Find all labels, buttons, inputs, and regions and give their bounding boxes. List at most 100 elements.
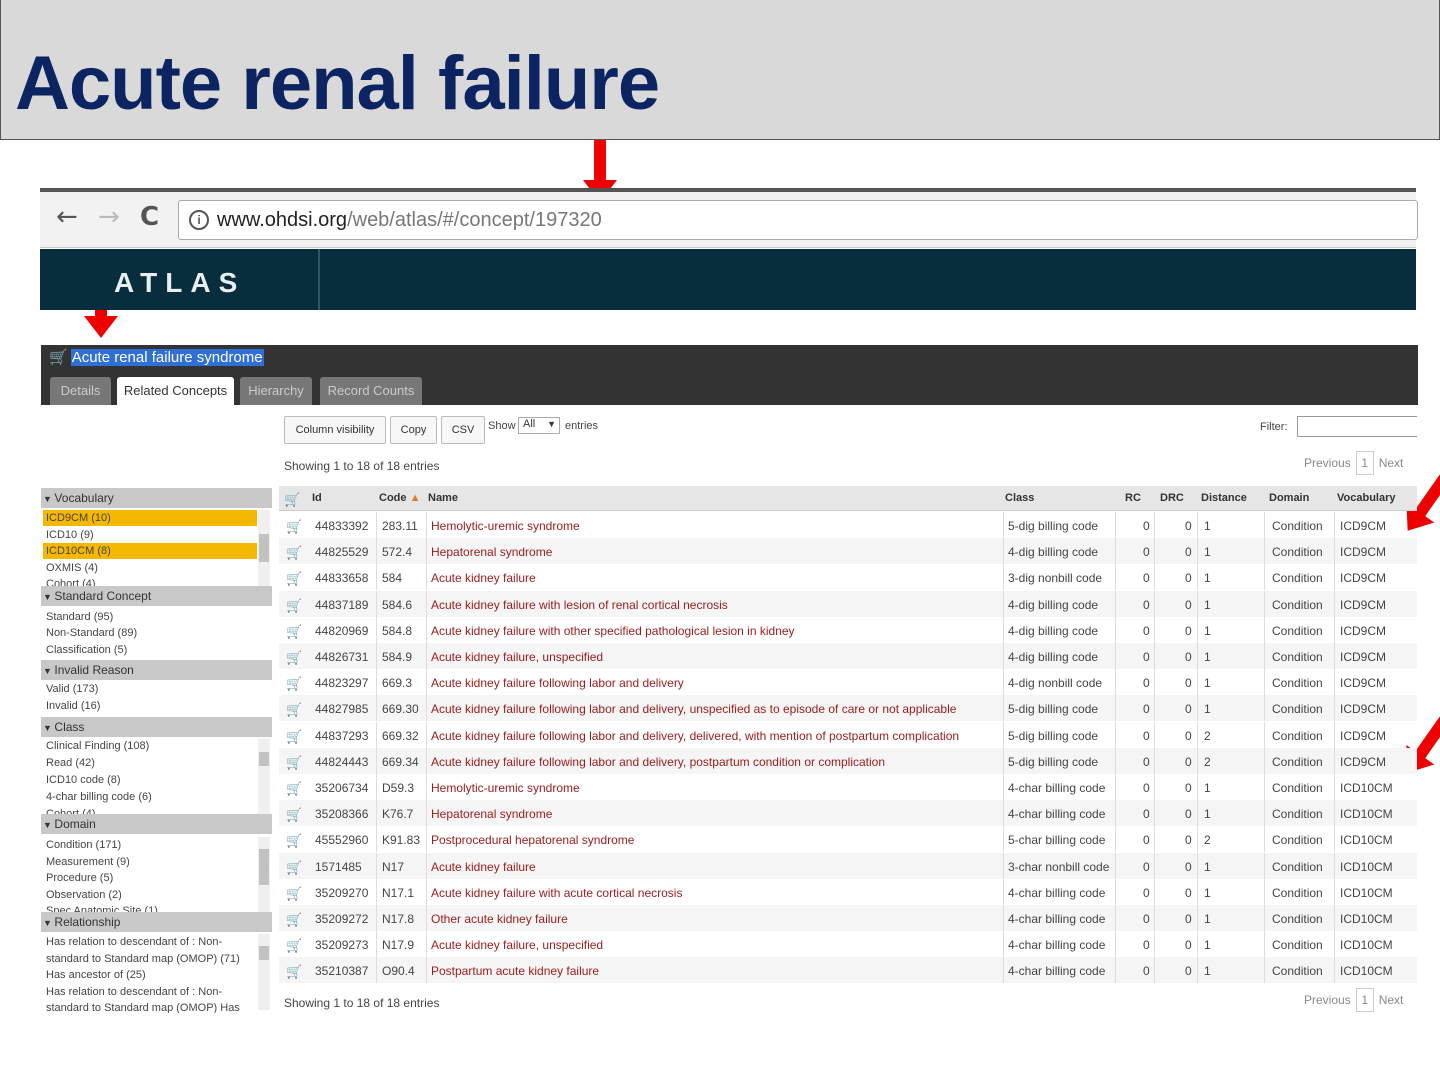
facet-header[interactable]: ▼ Standard Concept <box>41 586 272 606</box>
table-row[interactable]: 🛒 35208366 K76.7 Hepatorenal syndrome 4-char… <box>279 800 1417 827</box>
tab-record-counts[interactable]: Record Counts <box>320 377 422 405</box>
col-name[interactable]: Name <box>428 492 458 504</box>
add-to-cart-icon[interactable]: 🛒 <box>286 702 302 718</box>
filter-input[interactable] <box>1297 416 1417 437</box>
cell-name[interactable]: Other acute kidney failure <box>431 912 568 926</box>
cell-name[interactable]: Hepatorenal syndrome <box>431 807 552 821</box>
cell-name[interactable]: Acute kidney failure following labor and… <box>431 755 885 769</box>
cell-name[interactable]: Acute kidney failure with lesion of rena… <box>431 598 728 612</box>
facet-header[interactable]: ▼ Domain <box>41 814 272 834</box>
col-vocabulary[interactable]: Vocabulary <box>1337 492 1396 504</box>
cell-name[interactable]: Postprocedural hepatorenal syndrome <box>431 833 634 847</box>
facet-item[interactable]: Has relation to descendant of : Non- <box>43 934 222 950</box>
add-to-cart-icon[interactable]: 🛒 <box>286 676 302 692</box>
facet-header[interactable]: ▼ Class <box>41 717 272 737</box>
facet-item[interactable]: Procedure (5) <box>43 870 113 886</box>
table-row[interactable]: 🛒 45552960 K91.83 Postprocedural hepatorena… <box>279 826 1417 853</box>
facet-item[interactable]: Classification (5) <box>43 642 127 658</box>
cell-name[interactable]: Acute kidney failure with other specifie… <box>431 624 795 638</box>
table-row[interactable]: 🛒 44837293 669.32 Acute kidney failure foll… <box>279 721 1417 748</box>
previous-link[interactable]: Previous <box>1304 456 1351 470</box>
table-row[interactable]: 🛒 35209272 N17.8 Other acute kidney failure… <box>279 905 1417 931</box>
cell-name[interactable]: Acute kidney failure <box>431 571 536 585</box>
table-row[interactable]: 🛒 44837189 584.6 Acute kidney failure with … <box>279 590 1417 617</box>
facet-item[interactable]: Cohort (4) <box>43 806 96 814</box>
facet-item[interactable]: standard to Standard map (OMOP) (71) <box>43 951 240 967</box>
facet-item[interactable]: Observation (2) <box>43 887 122 903</box>
facet-item[interactable]: Has relation to descendant of : Non- <box>43 984 222 1000</box>
table-row[interactable]: 🛒 35209273 N17.9 Acute kidney failure, unsp… <box>279 931 1417 958</box>
scrollbar-thumb[interactable] <box>259 752 269 766</box>
table-row[interactable]: 🛒 44833392 283.11 Hemolytic-uremic syndrome… <box>279 512 1417 538</box>
facet-header[interactable]: ▼ Vocabulary <box>41 488 272 508</box>
page-number[interactable]: 1 <box>1355 451 1374 475</box>
facet-item[interactable]: OXMIS (4) <box>43 560 98 576</box>
col-class[interactable]: Class <box>1005 492 1034 504</box>
add-to-cart-icon[interactable]: 🛒 <box>286 545 302 561</box>
facet-item[interactable]: Non-Standard (89) <box>43 625 137 641</box>
cell-name[interactable]: Acute kidney failure with acute cortical… <box>431 886 682 900</box>
table-row[interactable]: 🛒 44833658 584 Acute kidney failure 3-dig no… <box>279 564 1417 591</box>
facet-item[interactable]: 4-char billing code (6) <box>43 789 152 805</box>
reload-icon[interactable]: C <box>140 202 159 232</box>
facet-item[interactable]: Spec Anatomic Site (1) <box>43 903 158 912</box>
facet-item[interactable]: ICD10 (9) <box>43 527 94 543</box>
add-to-cart-icon[interactable]: 🛒 <box>286 781 302 797</box>
col-domain[interactable]: Domain <box>1269 492 1309 504</box>
facet-item[interactable]: Valid (173) <box>43 681 98 697</box>
next-link[interactable]: Next <box>1379 993 1404 1007</box>
table-row[interactable]: 🛒 44827985 669.30 Acute kidney failure foll… <box>279 695 1417 722</box>
facet-scrollbar[interactable] <box>258 738 270 814</box>
facet-item[interactable]: ICD10CM (8) <box>43 543 257 559</box>
csv-button[interactable]: CSV <box>441 416 485 444</box>
cell-name[interactable]: Postpartum acute kidney failure <box>431 964 599 978</box>
add-to-cart-icon[interactable]: 🛒 <box>286 964 302 980</box>
cell-name[interactable]: Acute kidney failure <box>431 860 536 874</box>
cell-name[interactable]: Acute kidney failure following labor and… <box>431 729 959 743</box>
cell-name[interactable]: Hemolytic-uremic syndrome <box>431 519 580 533</box>
add-to-cart-icon[interactable]: 🛒 <box>286 624 302 640</box>
cart-icon[interactable]: 🛒 <box>49 349 68 366</box>
table-row[interactable]: 🛒 44823297 669.3 Acute kidney failure follo… <box>279 669 1417 696</box>
facet-item[interactable]: Standard (95) <box>43 609 113 625</box>
facet-item[interactable]: Clinical Finding (108) <box>43 738 149 754</box>
facet-item[interactable]: Measurement (9) <box>43 854 130 870</box>
copy-button[interactable]: Copy <box>390 416 437 444</box>
next-link[interactable]: Next <box>1379 456 1404 470</box>
add-to-cart-icon[interactable]: 🛒 <box>286 571 302 587</box>
column-visibility-button[interactable]: Column visibility <box>284 416 386 444</box>
info-icon[interactable]: i <box>189 210 209 230</box>
facet-header[interactable]: ▼ Relationship <box>41 912 272 932</box>
address-bar[interactable]: i www.ohdsi.org/web/atlas/#/concept/1973… <box>178 200 1418 240</box>
previous-link[interactable]: Previous <box>1304 993 1351 1007</box>
cell-name[interactable]: Acute kidney failure, unspecified <box>431 650 603 664</box>
facet-item[interactable]: Read (42) <box>43 755 95 771</box>
table-row[interactable]: 🛒 35209270 N17.1 Acute kidney failure with … <box>279 878 1417 905</box>
url-text[interactable]: www.ohdsi.org/web/atlas/#/concept/197320 <box>217 209 602 232</box>
facet-scrollbar[interactable] <box>258 510 270 586</box>
cell-name[interactable]: Acute kidney failure, unspecified <box>431 938 603 952</box>
add-to-cart-icon[interactable]: 🛒 <box>286 860 302 876</box>
table-row[interactable]: 🛒 44824443 669.34 Acute kidney failure foll… <box>279 747 1417 774</box>
add-to-cart-icon[interactable]: 🛒 <box>286 519 302 535</box>
facet-item[interactable]: ICD10 code (8) <box>43 772 121 788</box>
cell-name[interactable]: Acute kidney failure following labor and… <box>431 702 956 716</box>
add-to-cart-icon[interactable]: 🛒 <box>286 650 302 666</box>
add-to-cart-icon[interactable]: 🛒 <box>286 729 302 745</box>
add-to-cart-icon[interactable]: 🛒 <box>286 755 302 771</box>
facet-item[interactable]: Condition (171) <box>43 837 121 853</box>
table-row[interactable]: 🛒 35206734 D59.3 Hemolytic-uremic syndrome 4… <box>279 774 1417 800</box>
facet-header[interactable]: ▼ Invalid Reason <box>41 660 272 680</box>
scrollbar-thumb[interactable] <box>259 534 269 562</box>
tab-related-concepts[interactable]: Related Concepts <box>117 377 234 405</box>
tab-hierarchy[interactable]: Hierarchy <box>240 377 312 405</box>
col-drc[interactable]: DRC <box>1160 492 1184 504</box>
add-to-cart-icon[interactable]: 🛒 <box>286 886 302 902</box>
scrollbar-thumb[interactable] <box>259 946 269 960</box>
back-arrow-icon[interactable]: ← <box>56 202 78 232</box>
table-row[interactable]: 🛒 1571485 N17 Acute kidney failure 3-char no… <box>279 852 1417 879</box>
col-id[interactable]: Id <box>312 492 322 504</box>
table-row[interactable]: 🛒 44825529 572.4 Hepatorenal syndrome 4-dig … <box>279 538 1417 565</box>
col-code[interactable]: Code ▲ <box>379 492 420 504</box>
atlas-logo[interactable]: ATLAS <box>114 267 245 299</box>
